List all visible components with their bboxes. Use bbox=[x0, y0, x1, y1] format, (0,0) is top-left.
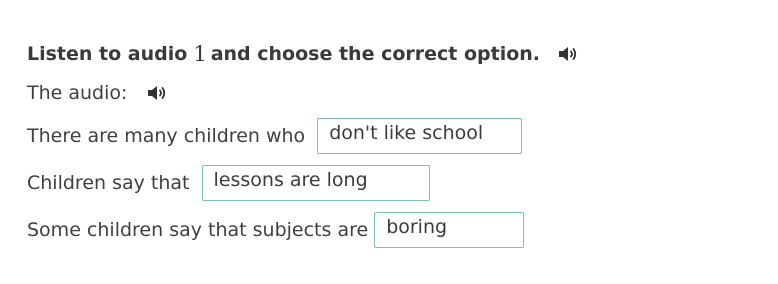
audio-number: 1 bbox=[193, 42, 207, 66]
sentence-prefix: Some children say that subjects are bbox=[27, 219, 369, 241]
answer-value: don't like school bbox=[329, 122, 484, 144]
answer-dropdown[interactable]: lessons are long bbox=[201, 165, 430, 201]
audio-player-row: The audio: bbox=[27, 79, 169, 107]
speaker-icon[interactable] bbox=[145, 82, 169, 104]
audio-label: The audio: bbox=[27, 82, 128, 104]
sentence-row: There are many children who don't like s… bbox=[27, 118, 523, 154]
sentence-row: Children say that lessons are long bbox=[27, 165, 430, 201]
sentence-prefix: There are many children who bbox=[27, 125, 306, 147]
answer-dropdown[interactable]: boring bbox=[374, 212, 525, 248]
answer-value: boring bbox=[386, 216, 448, 238]
sentence-row: Some children say that subjects are bori… bbox=[27, 212, 525, 248]
answer-value: lessons are long bbox=[213, 169, 368, 191]
answer-dropdown[interactable]: don't like school bbox=[317, 118, 523, 154]
instruction-suffix: and choose the correct option. bbox=[210, 43, 541, 65]
instruction-prefix: Listen to audio bbox=[27, 43, 188, 65]
task-instruction: Listen to audio 1 and choose the correct… bbox=[27, 40, 580, 68]
sentence-prefix: Children say that bbox=[27, 172, 190, 194]
speaker-icon[interactable] bbox=[556, 43, 580, 65]
